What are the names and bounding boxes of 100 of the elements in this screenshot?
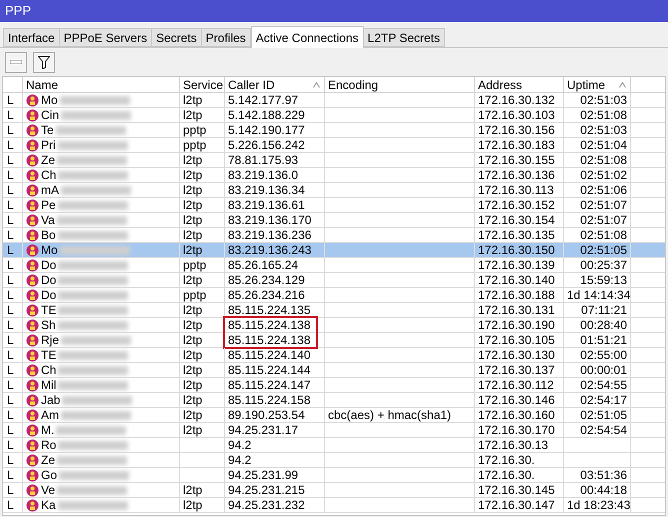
caller-id-text: 85.115.224.147 [228,378,311,392]
service-text: l2tp [183,498,202,512]
caller-id-text: 5.142.190.177 [228,123,305,137]
user-icon [26,468,39,482]
column-header[interactable]: Address [475,77,564,92]
service-text: l2tp [183,378,202,392]
redacted-blur [57,456,128,464]
redacted-blur [56,216,127,224]
uptime-text: 02:51:02 [580,168,627,182]
redacted-blur [56,426,126,434]
uptime-text: 02:51:06 [580,183,627,197]
column-header[interactable]: Caller ID [225,77,325,92]
caller-id-text: 85.115.224.138 [228,333,311,347]
name-text: TE [41,348,56,362]
user-icon [26,424,39,436]
user-icon [26,228,39,242]
column-header[interactable]: Uptime [564,77,631,92]
uptime-text: 02:54:55 [580,378,627,392]
redacted-blur [58,440,128,450]
uptime-text: 02:51:08 [580,108,627,122]
flag-cell: L [3,153,23,167]
flag-cell: L [3,288,23,302]
user-icon [26,184,39,196]
user-icon [26,154,39,166]
service-text: l2tp [183,153,202,167]
service-text: l2tp [183,228,202,242]
name-text: Mo [41,243,58,257]
flag-cell: L [3,483,23,497]
address-text: 172.16.30.139 [478,258,555,272]
caller-id-text: 83.219.136.236 [228,228,312,242]
tab[interactable]: Active Connections [250,26,364,48]
redacted-blur [60,96,130,104]
uptime-text: 02:51:08 [580,228,627,242]
uptime-text: 07:11:21 [581,303,627,317]
redacted-blur [58,230,128,240]
name-text: Rje [41,333,60,347]
address-text: 172.16.30.140 [478,273,555,287]
window-title: PPP [5,2,32,20]
remove-button[interactable] [5,52,27,72]
caller-id-text: 94.2 [228,438,252,452]
filter-button[interactable] [33,52,55,72]
caller-id-text: 94.25.231.99 [228,468,298,482]
name-text: Pri [41,138,56,152]
address-text: 172.16.30.147 [478,498,555,512]
caller-id-text: 83.219.136.61 [228,198,305,212]
tab[interactable]: L2TP Secrets [362,28,445,47]
user-icon [26,318,39,332]
service-text: l2tp [183,243,202,257]
address-text: 172.16.30.13 [478,438,548,452]
flag-cell: L [3,318,23,332]
flag-cell: L [3,363,23,377]
caller-id-text: 85.115.224.138 [228,318,311,332]
flag-cell: L [3,438,23,452]
redacted-blur [62,396,132,404]
redacted-blur [58,290,128,300]
tab[interactable]: Profiles [200,28,251,47]
service-text: l2tp [183,363,202,377]
service-text: pptp [183,288,206,302]
caller-id-text: 78.81.175.93 [228,153,298,167]
service-text: pptp [183,138,206,152]
tab[interactable]: Secrets [151,28,202,47]
caller-id-text: 85.115.224.135 [228,303,311,317]
flag-cell: L [3,378,23,392]
uptime-text: 00:44:18 [580,483,627,497]
flag-cell: L [3,213,23,227]
flag-cell: L [3,138,23,152]
redacted-blur [58,380,128,390]
caller-id-text: 94.25.231.215 [228,483,305,497]
service-text: l2tp [183,303,202,317]
column-header[interactable]: Name [23,77,180,92]
name-text: Ze [41,453,56,467]
address-text: 172.16.30.112 [478,378,554,392]
user-icon [26,438,39,452]
minus-icon [10,60,22,64]
name-text: Va [41,213,55,227]
tab[interactable]: Interface [3,28,60,47]
caller-id-text: 85.26.234.216 [228,288,305,302]
service-text: pptp [183,123,206,137]
redacted-blur [60,246,130,254]
redacted-blur [59,470,130,480]
column-header[interactable]: Encoding [325,77,475,92]
address-text: 172.16.30.136 [478,168,555,182]
name-text: Go [41,468,58,482]
uptime-text: 15:59:13 [580,273,627,287]
service-text: l2tp [183,348,202,362]
name-text: Cin [41,108,60,122]
uptime-text: 02:54:54 [580,423,627,437]
user-icon [26,108,39,122]
redacted-blur [58,320,128,330]
column-header[interactable]: Service [180,77,225,92]
uptime-text: 1d 18:23:43 [567,498,630,512]
uptime-text: 02:51:03 [580,123,627,137]
address-text: 172.16.30. [478,468,535,482]
uptime-text: 01:51:21 [580,333,627,347]
user-icon [26,288,39,302]
tab[interactable]: PPPoE Servers [58,28,152,47]
service-text: l2tp [183,198,202,212]
caller-id-text: 5.226.156.242 [228,138,305,152]
address-text: 172.16.30.155 [478,153,555,167]
uptime-text: 00:25:37 [580,258,627,272]
